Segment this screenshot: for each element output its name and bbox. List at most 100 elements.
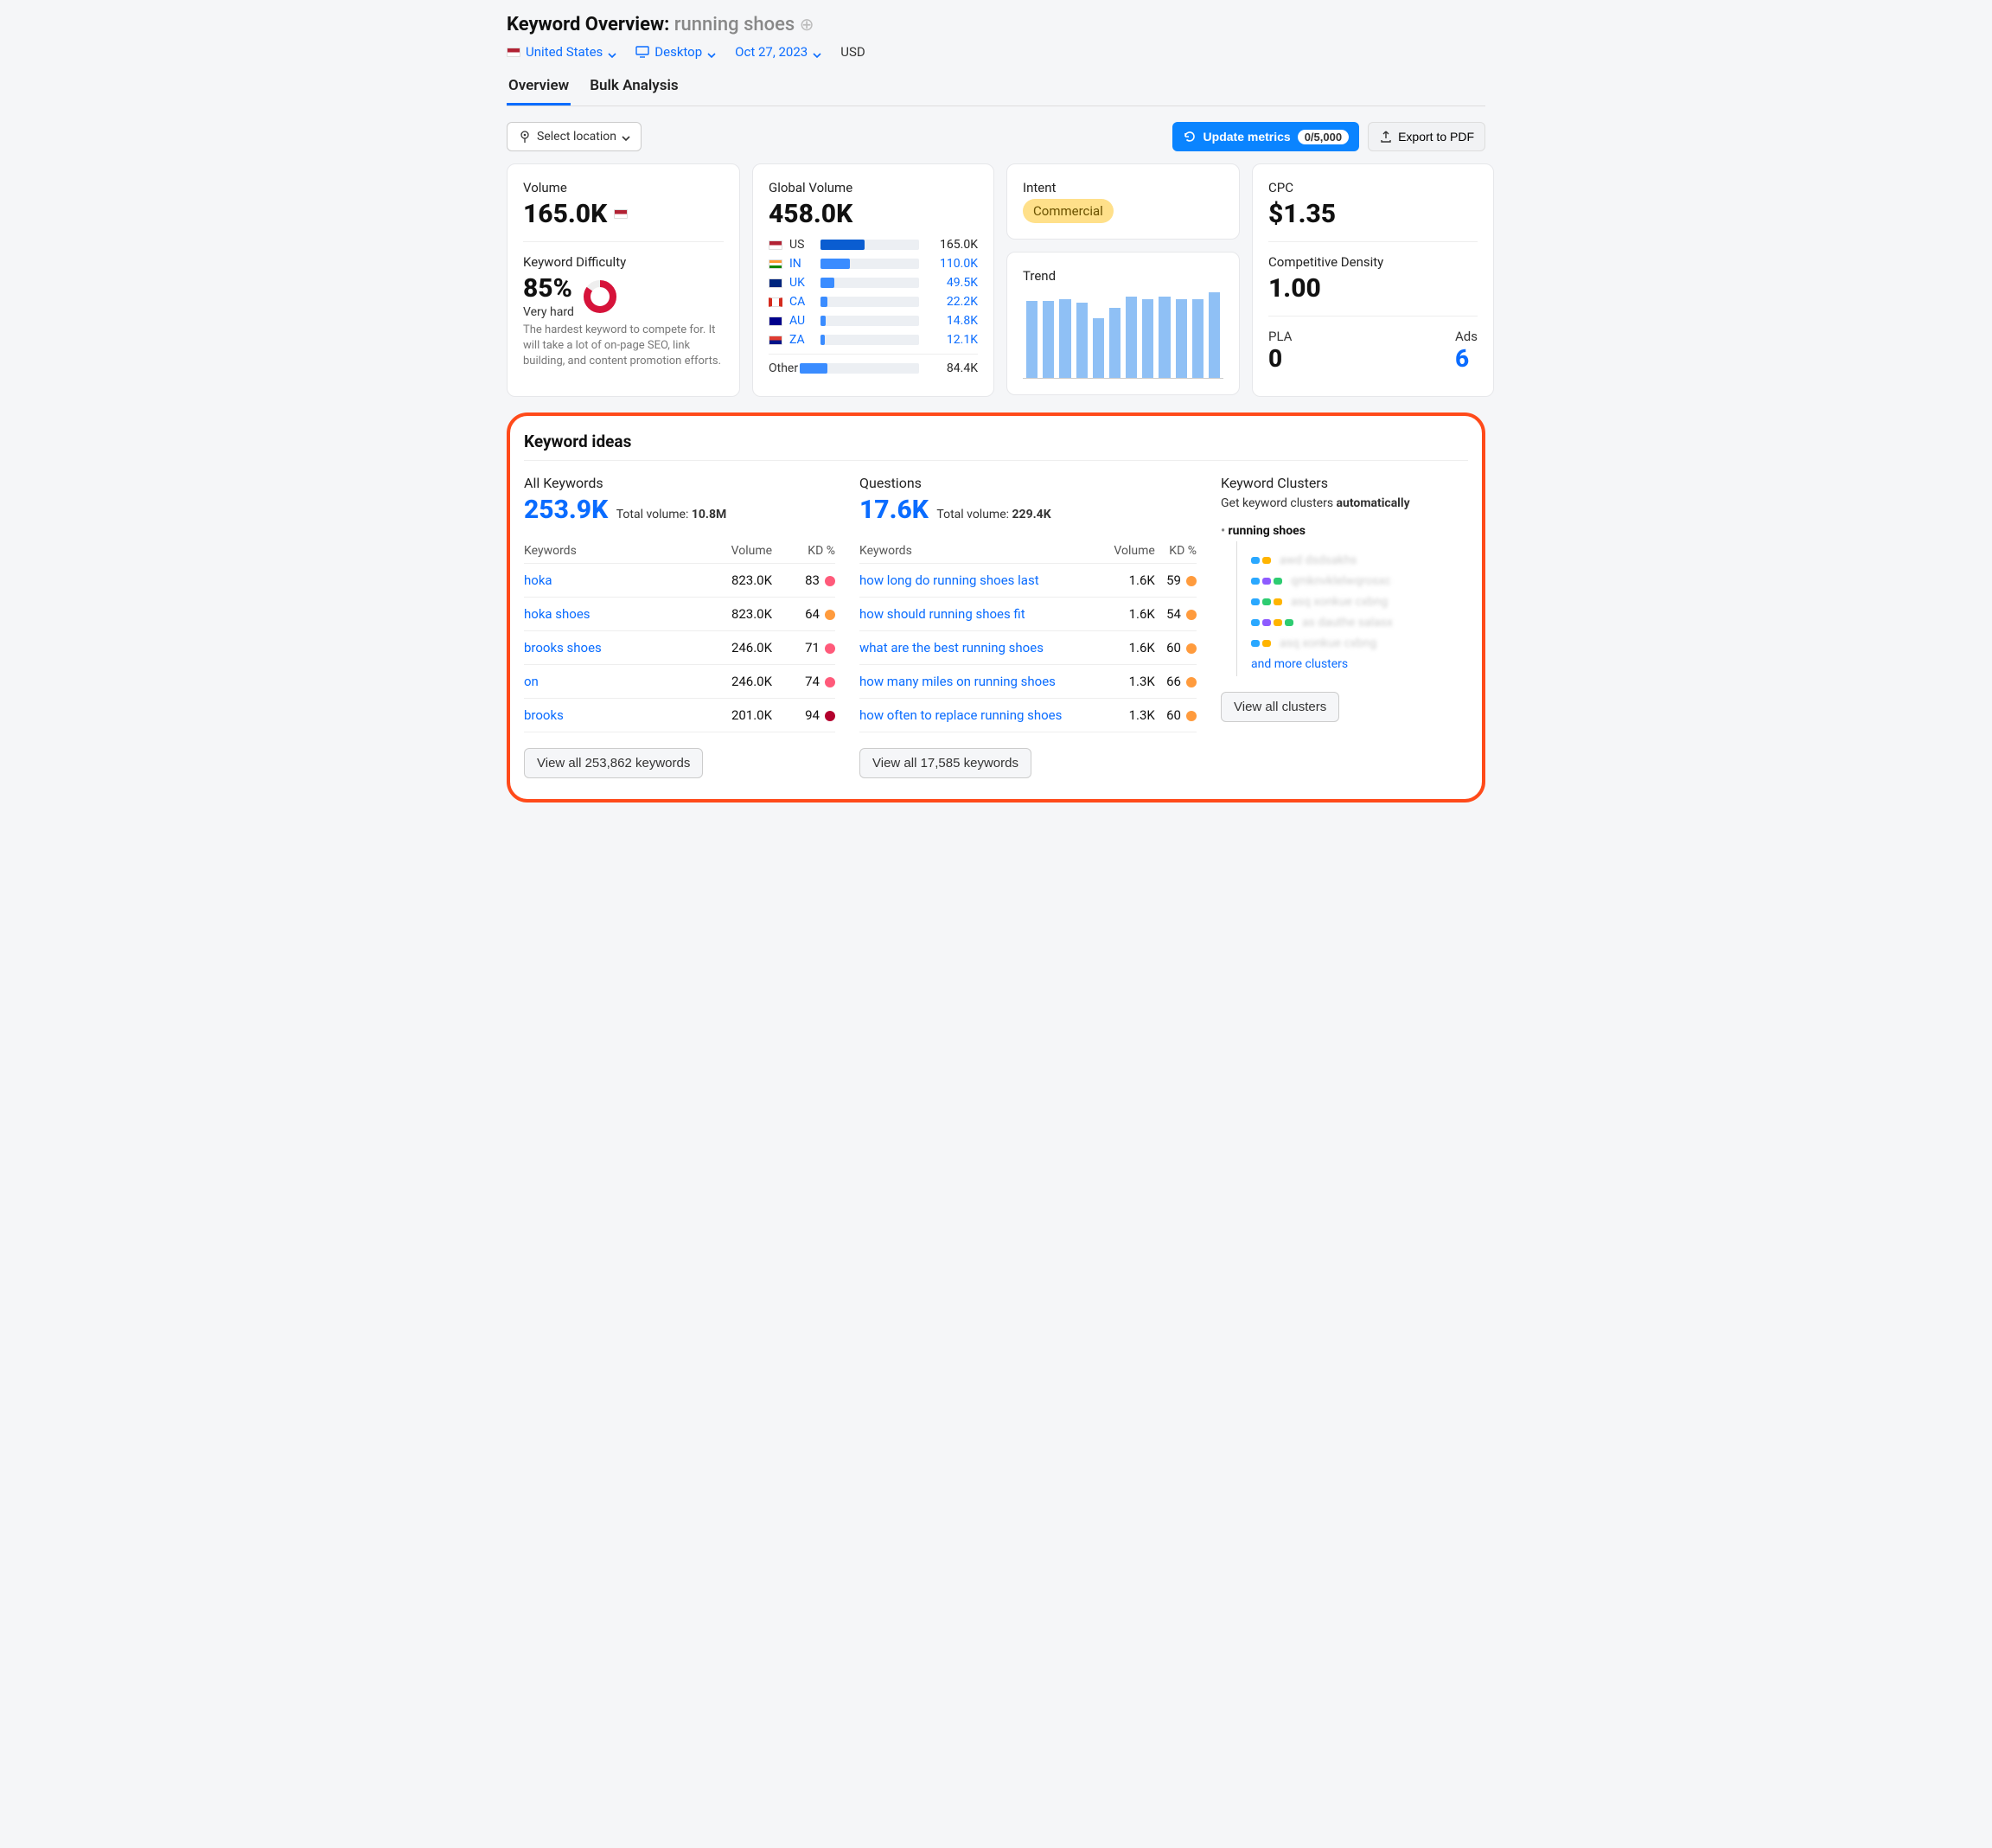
view-all-questions-button[interactable]: View all 17,585 keywords [859, 748, 1031, 778]
tab-overview[interactable]: Overview [507, 72, 571, 106]
export-pdf-button[interactable]: Export to PDF [1368, 122, 1485, 151]
cluster-root: running shoes [1221, 524, 1468, 538]
keyword-link[interactable]: brooks [524, 707, 564, 723]
intent-label: Intent [1023, 180, 1223, 195]
global-volume-label: Global Volume [769, 180, 978, 195]
table-row: how often to replace running shoes 1.3K … [859, 699, 1197, 732]
cluster-chips-icon [1251, 640, 1271, 647]
keyword-ideas-title: Keyword ideas [524, 426, 1468, 461]
density-label: Competitive Density [1268, 254, 1478, 270]
table-row: hoka shoes 823.0K 64 [524, 598, 835, 631]
global-volume-value: 458.0K [769, 199, 978, 229]
keyword-link[interactable]: brooks shoes [524, 640, 602, 655]
keyword-link[interactable]: how should running shoes fit [859, 606, 1025, 622]
cluster-chips-icon [1251, 557, 1271, 564]
trend-card: Trend [1006, 252, 1240, 395]
cluster-item[interactable]: asq xonkue cxbng [1251, 636, 1468, 650]
pin-icon [518, 130, 532, 144]
flag-uk-icon [769, 278, 782, 288]
global-volume-row[interactable]: AU 14.8K [769, 314, 978, 328]
clusters-column: Keyword Clusters Get keyword clusters au… [1221, 475, 1468, 778]
cpc-card: CPC $1.35 Competitive Density 1.00 PLA 0… [1252, 163, 1494, 397]
cluster-chips-icon [1251, 598, 1282, 605]
select-location-dropdown[interactable]: Select location [507, 122, 642, 151]
table-row: how many miles on running shoes 1.3K 66 [859, 665, 1197, 699]
global-volume-row[interactable]: CA 22.2K [769, 295, 978, 309]
keyword-name: running shoes [674, 14, 795, 35]
kd-donut-chart [583, 279, 617, 314]
flag-za-icon [769, 336, 782, 345]
chevron-down-icon [622, 132, 630, 141]
cluster-item[interactable]: awd dsdsakhs [1251, 553, 1468, 567]
update-metrics-button[interactable]: Update metrics 0/5,000 [1172, 122, 1360, 151]
cluster-item[interactable]: qmknvklelwqrosxc [1251, 574, 1468, 588]
table-row: brooks shoes 246.0K 71 [524, 631, 835, 665]
volume-value: 165.0K [523, 199, 724, 229]
keyword-link[interactable]: what are the best running shoes [859, 640, 1044, 655]
trend-label: Trend [1023, 268, 1223, 284]
table-row: what are the best running shoes 1.6K 60 [859, 631, 1197, 665]
date-filter[interactable]: Oct 27, 2023 [735, 44, 821, 60]
ads-block: Ads 6 [1455, 329, 1478, 373]
tabs: Overview Bulk Analysis [507, 72, 1485, 106]
flag-us-icon [507, 48, 520, 57]
more-clusters-link[interactable]: and more clusters [1251, 657, 1468, 671]
all-keywords-column: All Keywords 253.9K Total volume: 10.8M … [524, 475, 835, 778]
table-row: brooks 201.0K 94 [524, 699, 835, 732]
global-volume-row[interactable]: IN 110.0K [769, 257, 978, 271]
keyword-link[interactable]: hoka [524, 572, 552, 588]
keyword-link[interactable]: hoka shoes [524, 606, 591, 622]
desktop-icon [635, 45, 649, 59]
global-volume-row[interactable]: ZA 12.1K [769, 333, 978, 347]
density-value: 1.00 [1268, 273, 1478, 304]
keyword-link[interactable]: how often to replace running shoes [859, 707, 1062, 723]
questions-count[interactable]: 17.6K [859, 495, 929, 525]
view-all-keywords-button[interactable]: View all 253,862 keywords [524, 748, 703, 778]
keyword-ideas-section: Keyword ideas All Keywords 253.9K Total … [507, 412, 1485, 803]
chevron-down-icon [813, 48, 821, 56]
cluster-item[interactable]: as dauthe salasx [1251, 616, 1468, 630]
currency-label: USD [840, 44, 865, 60]
kd-label: Keyword Difficulty [523, 254, 724, 270]
global-volume-card: Global Volume 458.0K US 165.0K IN 110.0K… [752, 163, 994, 397]
intent-value: Commercial [1023, 199, 1114, 223]
global-volume-row[interactable]: UK 49.5K [769, 276, 978, 290]
cluster-chips-icon [1251, 619, 1293, 626]
chevron-down-icon [608, 48, 616, 56]
view-all-clusters-button[interactable]: View all clusters [1221, 692, 1339, 722]
export-icon [1379, 130, 1393, 144]
volume-label: Volume [523, 180, 724, 195]
cluster-item[interactable]: asq xonkue cxbng [1251, 595, 1468, 609]
volume-card: Volume 165.0K Keyword Difficulty 85% Ver… [507, 163, 740, 397]
table-row: on 246.0K 74 [524, 665, 835, 699]
keyword-link[interactable]: how long do running shoes last [859, 572, 1039, 588]
refresh-icon [1183, 130, 1197, 144]
pla-block: PLA 0 [1268, 329, 1292, 373]
flag-us-icon [769, 240, 782, 250]
kd-description: The hardest keyword to compete for. It w… [523, 323, 724, 370]
table-row: how should running shoes fit 1.6K 54 [859, 598, 1197, 631]
table-row: how long do running shoes last 1.6K 59 [859, 564, 1197, 598]
add-keyword-icon[interactable]: ⊕ [800, 14, 814, 35]
keyword-link[interactable]: on [524, 674, 539, 689]
cluster-chips-icon [1251, 578, 1282, 585]
global-volume-row[interactable]: US 165.0K [769, 238, 978, 252]
kd-level: Very hard [523, 305, 574, 319]
ads-link[interactable]: 6 [1455, 344, 1478, 373]
flag-us-icon [614, 209, 628, 219]
tab-bulk-analysis[interactable]: Bulk Analysis [588, 72, 680, 106]
update-count-badge: 0/5,000 [1298, 130, 1349, 144]
all-keywords-count[interactable]: 253.9K [524, 495, 608, 525]
global-volume-other-row: Other 84.4K [769, 361, 978, 375]
flag-au-icon [769, 317, 782, 326]
country-filter[interactable]: United States [507, 44, 616, 60]
intent-card: Intent Commercial [1006, 163, 1240, 240]
questions-column: Questions 17.6K Total volume: 229.4K Key… [859, 475, 1197, 778]
keyword-link[interactable]: how many miles on running shoes [859, 674, 1056, 689]
page-title: Keyword Overview: running shoes ⊕ [507, 9, 1485, 41]
intent-trend-column: Intent Commercial Trend [1006, 163, 1240, 397]
device-filter[interactable]: Desktop [635, 44, 716, 60]
trend-chart [1023, 292, 1223, 379]
cpc-value: $1.35 [1268, 199, 1478, 229]
table-row: hoka 823.0K 83 [524, 564, 835, 598]
